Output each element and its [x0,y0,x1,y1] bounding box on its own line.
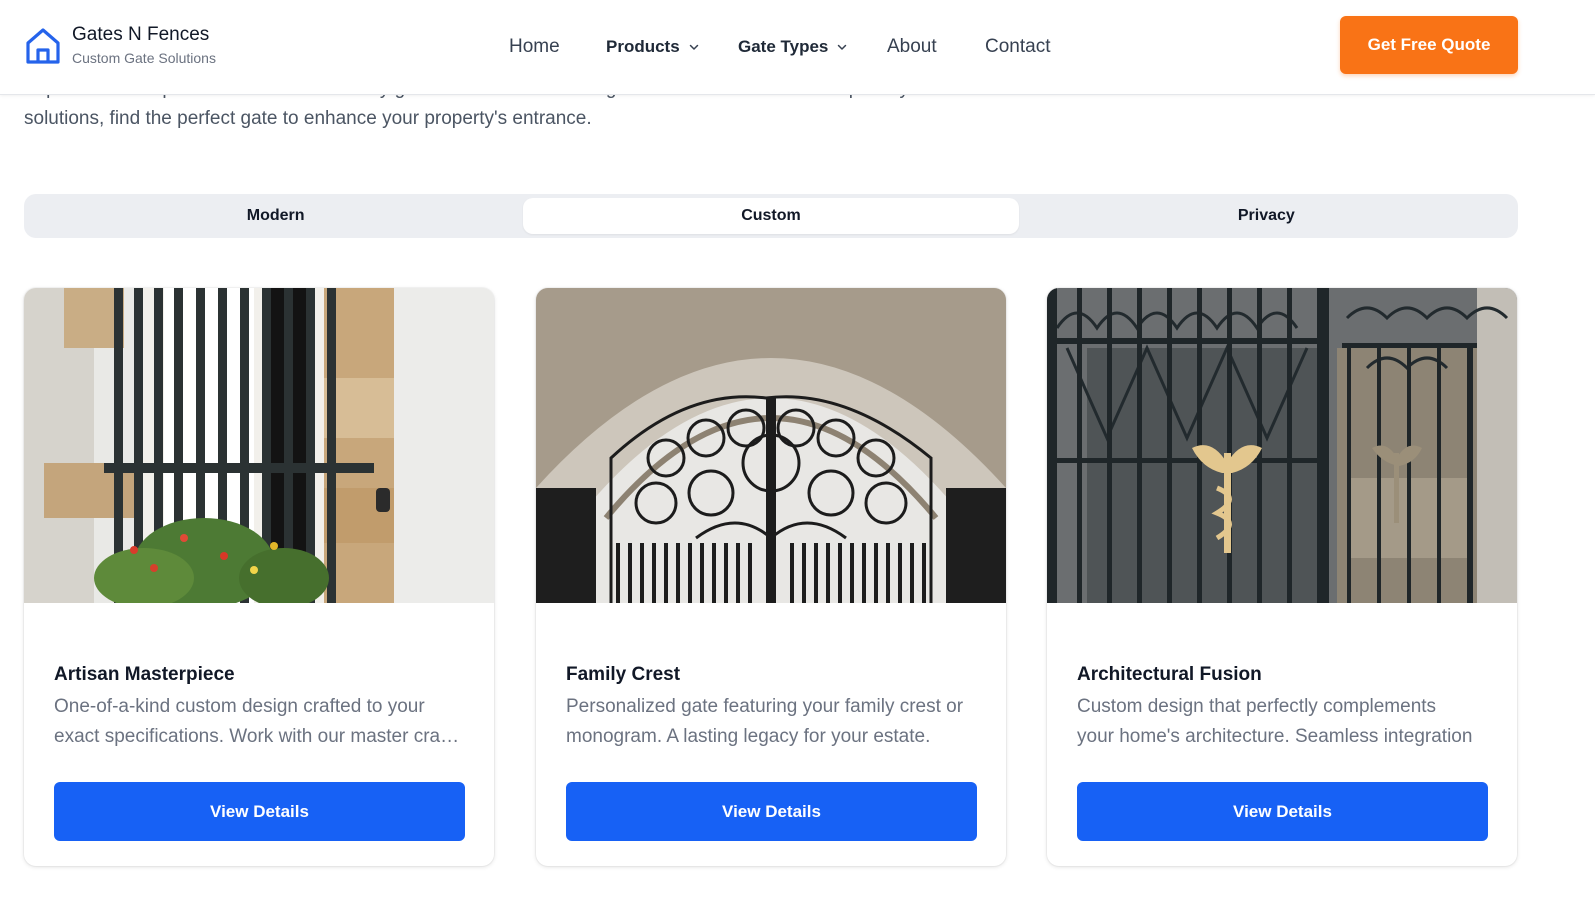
get-free-quote-button[interactable]: Get Free Quote [1340,16,1518,74]
card-description-line: your home's architecture. Seamless integ… [1077,725,1473,747]
card-description-line: exact specifications. Work with our mast… [54,725,464,747]
site-header: Gates N Fences Custom Gate Solutions Hom… [0,0,1595,95]
nav-about[interactable]: About [887,32,937,62]
card-description-line: monogram. A lasting legacy for your esta… [566,725,931,747]
product-card-artisan-masterpiece: Artisan Masterpiece One-of-a-kind custom… [24,288,494,866]
nav-home[interactable]: Home [509,32,560,62]
card-title: Family Crest [566,664,681,685]
nav-products-label: Products [606,37,680,56]
intro-line-2: solutions, find the perfect gate to enha… [24,108,592,129]
view-details-button[interactable]: View Details [566,782,977,841]
card-description: One-of-a-kind custom design crafted to y… [54,692,464,751]
product-card-family-crest: Family Crest Personalized gate featuring… [536,288,1006,866]
card-description: Personalized gate featuring your family … [566,692,976,751]
card-title: Architectural Fusion [1077,664,1262,685]
nav-contact[interactable]: Contact [985,32,1050,62]
view-details-button[interactable]: View Details [54,782,465,841]
nav-home-label: Home [509,36,560,57]
nav-products[interactable]: Products [606,32,700,62]
card-description-line: Custom design that perfectly complements [1077,696,1437,717]
family-crest-gate-image [536,288,1006,603]
product-card-architectural-fusion: Architectural Fusion Custom design that … [1047,288,1517,866]
architectural-fusion-gate-image [1047,288,1517,603]
card-description-line: One-of-a-kind custom design crafted to y… [54,696,425,717]
gate-category-tabs: Modern Custom Privacy [24,194,1518,238]
card-description: Custom design that perfectly complements… [1077,692,1487,751]
chevron-down-icon [689,44,698,50]
artisan-gate-image [24,288,494,603]
tab-custom[interactable]: Custom [523,198,1019,234]
view-details-button[interactable]: View Details [1077,782,1488,841]
nav-gate-types-label: Gate Types [738,37,829,56]
tab-privacy[interactable]: Privacy [1019,198,1514,234]
nav-about-label: About [887,36,937,57]
card-description-line: Personalized gate featuring your family … [566,696,964,717]
chevron-down-icon [838,44,847,50]
nav-gate-types[interactable]: Gate Types [738,32,848,62]
tab-modern[interactable]: Modern [28,198,523,234]
card-title: Artisan Masterpiece [54,664,235,685]
nav-contact-label: Contact [985,36,1051,57]
